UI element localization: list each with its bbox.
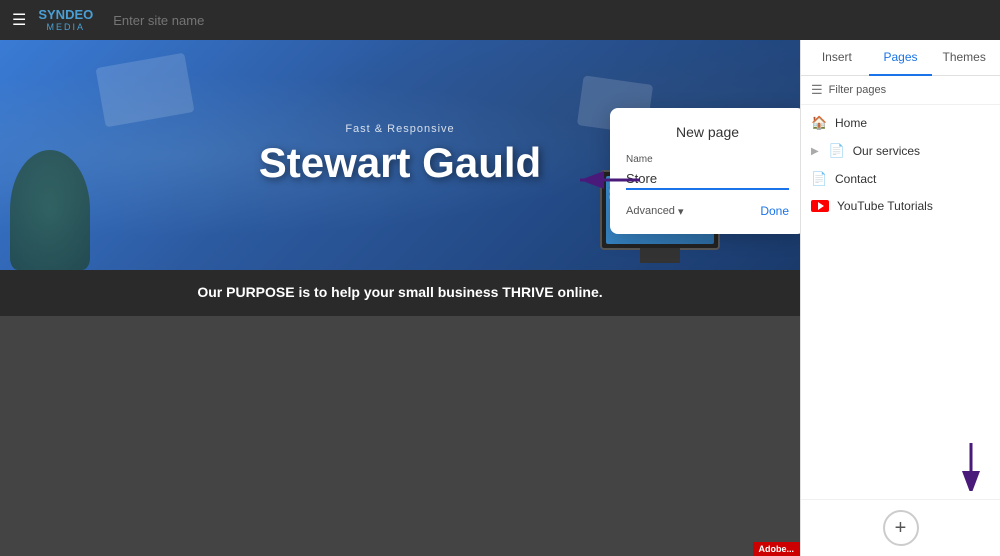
down-arrow-indicator [956, 441, 986, 496]
down-arrow-svg [956, 441, 986, 491]
chevron-down-icon: ▾ [678, 205, 684, 218]
page-item-our-services[interactable]: ▶ 📄 Our services [801, 137, 1000, 165]
filter-pages-inner: ☰ Filter pages [811, 82, 990, 98]
hero-plant [10, 150, 90, 270]
popup-actions: Advanced ▾ Done [626, 204, 789, 218]
plus-icon: + [895, 517, 907, 540]
hero-text: Fast & Responsive Stewart Gauld [259, 123, 541, 187]
pages-list: 🏠 Home ▶ 📄 Our services 📄 Contact YouTub… [801, 105, 1000, 499]
dark-banner-text: Our PURPOSE is to help your small busine… [197, 284, 602, 300]
popup-name-input-wrapper [626, 169, 789, 190]
logo-media: MEDIA [47, 22, 86, 32]
add-page-button[interactable]: + [883, 510, 919, 546]
page-icon-contact: 📄 [811, 171, 827, 187]
popup-name-label: Name [626, 154, 789, 165]
youtube-icon [811, 200, 829, 212]
hero-name: Stewart Gauld [259, 139, 541, 187]
done-button[interactable]: Done [760, 204, 789, 218]
add-page-area: + [801, 499, 1000, 556]
right-sidebar: Insert Pages Themes ☰ Filter pages 🏠 Hom… [800, 40, 1000, 556]
filter-icon: ☰ [811, 82, 823, 98]
expand-icon: ▶ [811, 146, 819, 157]
page-item-home[interactable]: 🏠 Home [801, 109, 1000, 137]
arrow-svg [570, 160, 650, 200]
site-name-input[interactable] [113, 13, 289, 28]
page-label-home: Home [835, 116, 867, 130]
filter-pages-label[interactable]: Filter pages [829, 84, 886, 96]
tab-themes[interactable]: Themes [932, 40, 996, 76]
main-layout: Fast & Responsive Stewart Gauld Our PURP… [0, 40, 1000, 556]
filter-pages-section: ☰ Filter pages [801, 76, 1000, 105]
page-label-contact: Contact [835, 172, 876, 186]
canvas: Fast & Responsive Stewart Gauld Our PURP… [0, 40, 800, 556]
page-name-input[interactable] [626, 169, 789, 188]
adobe-bar: Adobe... [753, 542, 801, 556]
popup-title: New page [626, 124, 789, 140]
hero-tagline: Fast & Responsive [259, 123, 541, 135]
page-icon-services: 📄 [829, 143, 845, 159]
yt-play-triangle [818, 202, 824, 210]
top-bar: ☰ SYNDEO MEDIA [0, 0, 1000, 40]
page-label-youtube: YouTube Tutorials [837, 199, 933, 213]
page-item-contact[interactable]: 📄 Contact [801, 165, 1000, 193]
menu-icon[interactable]: ☰ [12, 10, 26, 30]
arrow-annotation [570, 160, 650, 205]
logo-syndeo: SYNDEO [38, 8, 93, 22]
advanced-button[interactable]: Advanced ▾ [626, 205, 683, 218]
tab-insert[interactable]: Insert [805, 40, 869, 76]
page-item-youtube-tutorials[interactable]: YouTube Tutorials [801, 193, 1000, 219]
advanced-label: Advanced [626, 205, 675, 217]
tab-pages[interactable]: Pages [869, 40, 933, 76]
home-icon: 🏠 [811, 115, 827, 131]
sidebar-tabs: Insert Pages Themes [801, 40, 1000, 76]
logo: SYNDEO MEDIA [38, 8, 93, 32]
page-label-our-services: Our services [853, 144, 920, 158]
dark-banner: Our PURPOSE is to help your small busine… [0, 270, 800, 316]
